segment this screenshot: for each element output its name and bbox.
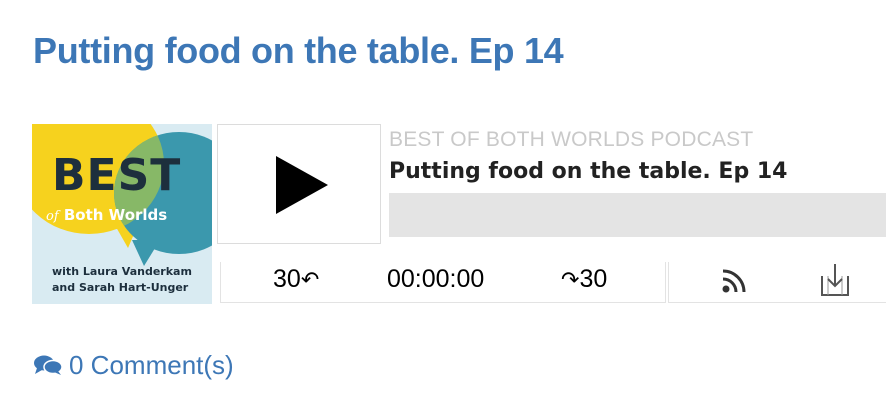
cover-both-worlds-text: of Both Worlds: [46, 206, 168, 224]
comments-icon: [34, 355, 63, 375]
episode-title: Putting food on the table. Ep 14: [389, 159, 788, 184]
download-icon[interactable]: [818, 262, 852, 298]
current-time: 00:00:00: [387, 265, 485, 293]
post-title[interactable]: Putting food on the table. Ep 14: [33, 30, 564, 72]
progress-bar[interactable]: [389, 193, 886, 237]
rss-icon[interactable]: [719, 266, 749, 296]
podcast-name: BEST OF BOTH WORLDS PODCAST: [389, 128, 754, 151]
cover-best-text: BEST: [52, 150, 182, 201]
comments-link[interactable]: 0 Comment(s): [33, 350, 234, 381]
play-icon: [276, 156, 328, 214]
skip-forward-button[interactable]: ↷30: [561, 265, 607, 294]
skip-back-button[interactable]: 30↶: [273, 265, 319, 294]
player-extras: [668, 262, 886, 303]
forward-arrow-icon: ↷: [561, 267, 580, 292]
playback-controls: 30↶ 00:00:00 ↷30: [220, 262, 666, 303]
podcast-cover-art: BEST of Both Worlds with Laura Vanderkam…: [32, 124, 212, 304]
play-button[interactable]: [217, 124, 381, 244]
cover-hosts-text: with Laura Vanderkam and Sarah Hart-Unge…: [52, 265, 192, 294]
podcast-player: BEST of Both Worlds with Laura Vanderkam…: [32, 124, 886, 304]
rewind-arrow-icon: ↶: [300, 267, 320, 292]
